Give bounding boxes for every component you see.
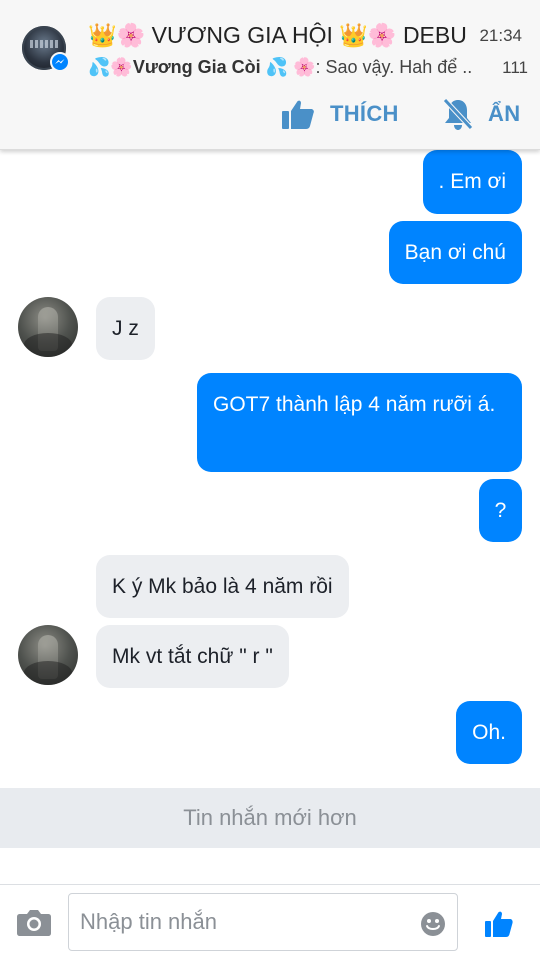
- emoji-icon[interactable]: [420, 911, 446, 937]
- contact-avatar[interactable]: [18, 625, 78, 685]
- camera-icon[interactable]: [16, 907, 52, 937]
- bell-off-icon: [442, 97, 474, 131]
- hide-action-label: ẨN: [488, 101, 521, 126]
- incoming-message-bubble[interactable]: J z: [96, 297, 155, 360]
- contact-avatar[interactable]: [18, 297, 78, 357]
- like-action-button[interactable]: THÍCH: [280, 94, 399, 134]
- group-avatar: [22, 26, 70, 72]
- outgoing-message-bubble[interactable]: Oh.: [456, 701, 522, 764]
- messenger-icon: [50, 52, 70, 72]
- message-list[interactable]: . Em ơi Bạn ơi chú J z GOT7 thành lập 4 …: [0, 150, 540, 787]
- outgoing-message-bubble[interactable]: Bạn ơi chú: [388, 221, 522, 284]
- thumbs-up-icon: [280, 96, 316, 132]
- outgoing-message-bubble[interactable]: ?: [479, 479, 522, 542]
- notification-time: 21:34: [479, 26, 522, 45]
- message-composer: [0, 884, 540, 960]
- message-count: 111: [502, 58, 528, 77]
- outgoing-message-bubble[interactable]: . Em ơi: [422, 150, 522, 214]
- like-icon[interactable]: [484, 909, 514, 939]
- message-preview: 💦🌸Vương Gia Còi 💦 🌸: Sao vậy. Hah để ..: [88, 57, 488, 78]
- message-input[interactable]: [68, 893, 458, 951]
- incoming-message-bubble[interactable]: K ý Mk bảo là 4 năm rồi: [96, 555, 349, 618]
- incoming-message-bubble[interactable]: Mk vt tắt chữ " r ": [96, 625, 289, 688]
- hide-action-button[interactable]: ẨN: [442, 94, 520, 134]
- preview-text: : Sao vậy. Hah để ..: [315, 57, 473, 77]
- notification-panel[interactable]: 👑🌸 VƯƠNG GIA HỘI 👑🌸 DEBU.. 21:34 💦🌸Vương…: [0, 0, 540, 150]
- like-action-label: THÍCH: [330, 101, 399, 126]
- newer-messages-button[interactable]: Tin nhắn mới hơn: [0, 788, 540, 848]
- conversation-title: 👑🌸 VƯƠNG GIA HỘI 👑🌸 DEBU..: [88, 22, 468, 48]
- preview-sender: 💦🌸Vương Gia Còi 💦 🌸: [88, 57, 316, 77]
- outgoing-message-bubble[interactable]: GOT7 thành lập 4 năm rưỡi á.: [197, 373, 522, 472]
